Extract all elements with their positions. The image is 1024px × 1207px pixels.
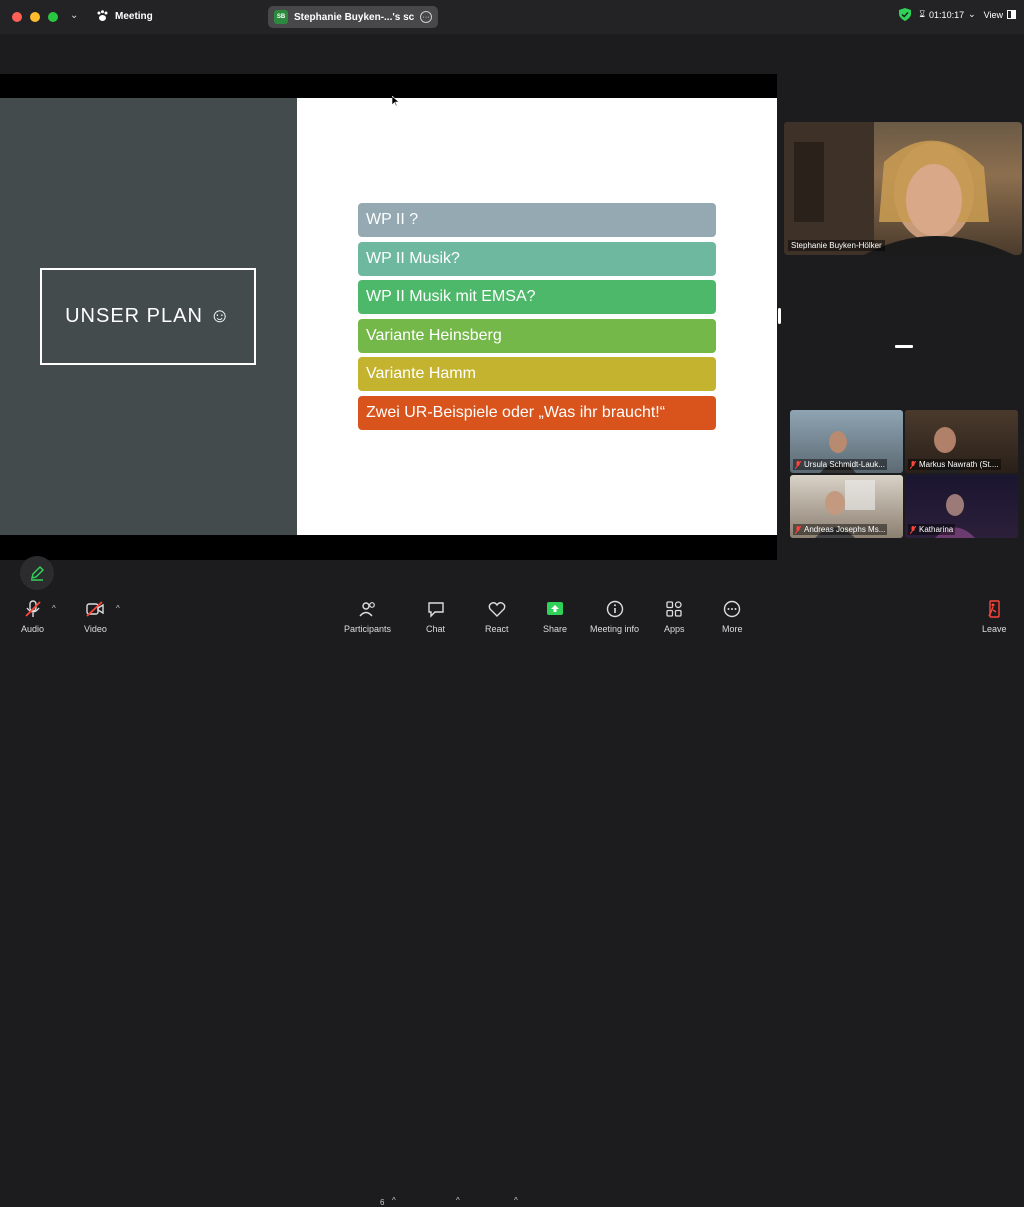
hourglass-icon: ⌛︎ <box>919 9 926 19</box>
view-label: View <box>983 9 1003 20</box>
sharer-avatar: SB <box>274 10 288 24</box>
chevron-down-icon: ⌄ <box>968 9 976 19</box>
minimize-window-button[interactable] <box>30 12 40 22</box>
status-area: ⌛︎ 01:10:17 ⌄ View <box>899 8 1016 21</box>
meeting-info-label: Meeting info <box>590 624 640 634</box>
window-controls <box>12 12 58 22</box>
share-screen-icon <box>547 602 564 615</box>
annotate-button[interactable] <box>20 556 54 590</box>
more-options-icon[interactable]: ··· <box>420 11 432 23</box>
participant-tile[interactable]: Ursula Schmidt-Lauk... <box>790 410 903 473</box>
participant-name: Ursula Schmidt-Lauk... <box>804 460 885 469</box>
slide-left-panel: UNSER PLAN ☺ <box>0 98 297 535</box>
speaker-name-label: Stephanie Buyken-Hölker <box>788 240 885 251</box>
apps-button[interactable]: Apps <box>664 600 685 634</box>
slide-bar-5: Variante Hamm <box>358 357 716 392</box>
mouse-cursor-icon <box>392 96 399 106</box>
meeting-timer[interactable]: ⌛︎ 01:10:17 ⌄ <box>919 9 975 20</box>
slide-bar-4: Variante Heinsberg <box>358 318 716 353</box>
participant-name: Katharina <box>919 525 954 534</box>
chat-icon <box>427 602 444 618</box>
react-button[interactable]: React <box>485 600 509 634</box>
participant-name: Markus Nawrath (St.... <box>919 460 999 469</box>
video-label: Video <box>84 624 107 634</box>
panel-resize-handle[interactable] <box>778 308 781 324</box>
maximize-window-button[interactable] <box>48 12 58 22</box>
slide-list: WP II ? WP II Musik? WP II Musik mit EMS… <box>358 203 716 435</box>
video-off-icon <box>86 601 105 617</box>
react-options-caret[interactable]: ^ <box>514 1196 518 1205</box>
participants-options-caret[interactable]: ^ <box>392 1196 396 1205</box>
participant-name-label: Andreas Josephs Ms... <box>793 524 888 535</box>
apps-label: Apps <box>664 624 685 634</box>
speaker-video-image <box>784 122 1014 255</box>
chat-button[interactable]: Chat <box>426 600 445 634</box>
video-options-caret[interactable]: ^ <box>116 604 120 613</box>
meeting-title-label: Meeting <box>115 10 153 22</box>
participant-name-label: Markus Nawrath (St.... <box>908 459 1001 470</box>
paw-icon <box>97 10 108 21</box>
meeting-info-button[interactable]: Meeting info <box>590 600 639 634</box>
audio-label: Audio <box>21 624 45 634</box>
react-label: React <box>485 624 509 634</box>
apps-icon <box>666 601 682 617</box>
more-button[interactable]: More <box>722 600 743 634</box>
slide-title: UNSER PLAN ☺ <box>40 268 256 365</box>
participant-gallery: Ursula Schmidt-Lauk... Markus Nawrath (S… <box>790 410 1018 538</box>
slide-bar-3: WP II Musik mit EMSA? <box>358 280 716 315</box>
close-window-button[interactable] <box>12 12 22 22</box>
minimize-icon[interactable] <box>895 345 913 348</box>
participant-name-label: Katharina <box>908 524 956 535</box>
muted-mic-icon <box>795 525 801 534</box>
muted-mic-icon <box>910 525 916 534</box>
participants-count: 6 <box>380 1198 385 1207</box>
chat-options-caret[interactable]: ^ <box>456 1196 460 1205</box>
slide-right-panel: WP II ? WP II Musik? WP II Musik mit EMS… <box>297 98 777 535</box>
muted-mic-icon <box>910 460 916 469</box>
more-icon <box>724 600 741 618</box>
more-label: More <box>722 624 743 634</box>
participant-tile[interactable]: Markus Nawrath (St.... <box>905 410 1018 473</box>
participant-name-label: Ursula Schmidt-Lauk... <box>793 459 887 470</box>
share-button[interactable]: Share <box>543 600 567 634</box>
chevron-down-icon[interactable]: ⌄ <box>70 10 78 21</box>
participant-tile[interactable]: Andreas Josephs Ms... <box>790 475 903 538</box>
heart-icon <box>488 602 506 617</box>
screen-share-label: Stephanie Buyken-...'s screen <box>294 11 414 23</box>
meeting-title: Meeting <box>96 10 153 22</box>
leave-button[interactable]: Leave <box>982 600 1007 634</box>
active-speaker-video[interactable]: Stephanie Buyken-Hölker <box>784 122 1022 255</box>
audio-button[interactable]: Audio <box>21 600 44 634</box>
title-bar: ⌄ Meeting SB Stephanie Buyken-...'s scre… <box>0 0 1024 34</box>
view-layout-icon <box>1007 10 1016 19</box>
video-button[interactable]: Video <box>84 600 107 634</box>
screen-share-indicator[interactable]: SB Stephanie Buyken-...'s screen ··· <box>268 6 438 28</box>
leave-icon <box>988 600 1000 618</box>
timer-value: 01:10:17 <box>929 9 965 20</box>
participants-button[interactable]: Participants <box>344 600 391 634</box>
shared-screen: UNSER PLAN ☺ WP II ? WP II Musik? WP II … <box>0 74 777 560</box>
slide-bar-1: WP II ? <box>358 203 716 237</box>
view-button[interactable]: View <box>984 10 1016 20</box>
pencil-icon <box>30 565 45 581</box>
chat-label: Chat <box>426 624 446 634</box>
slide-bar-2: WP II Musik? <box>358 241 716 276</box>
audio-options-caret[interactable]: ^ <box>52 604 56 613</box>
participant-tile[interactable]: Katharina <box>905 475 1018 538</box>
share-label: Share <box>543 624 568 634</box>
info-icon <box>606 600 623 618</box>
muted-microphone-icon <box>24 600 41 617</box>
participants-icon <box>358 602 375 617</box>
participants-label: Participants <box>344 624 392 634</box>
leave-label: Leave <box>982 624 1007 634</box>
participant-name: Andreas Josephs Ms... <box>804 525 886 534</box>
meeting-toolbar: Audio ^ Video ^ Participants 6 ^ Chat ^ … <box>0 592 1024 1207</box>
shield-icon[interactable] <box>899 8 912 21</box>
slide-bar-6: Zwei UR-Beispiele oder „Was ihr braucht!… <box>358 395 716 430</box>
muted-mic-icon <box>795 460 801 469</box>
